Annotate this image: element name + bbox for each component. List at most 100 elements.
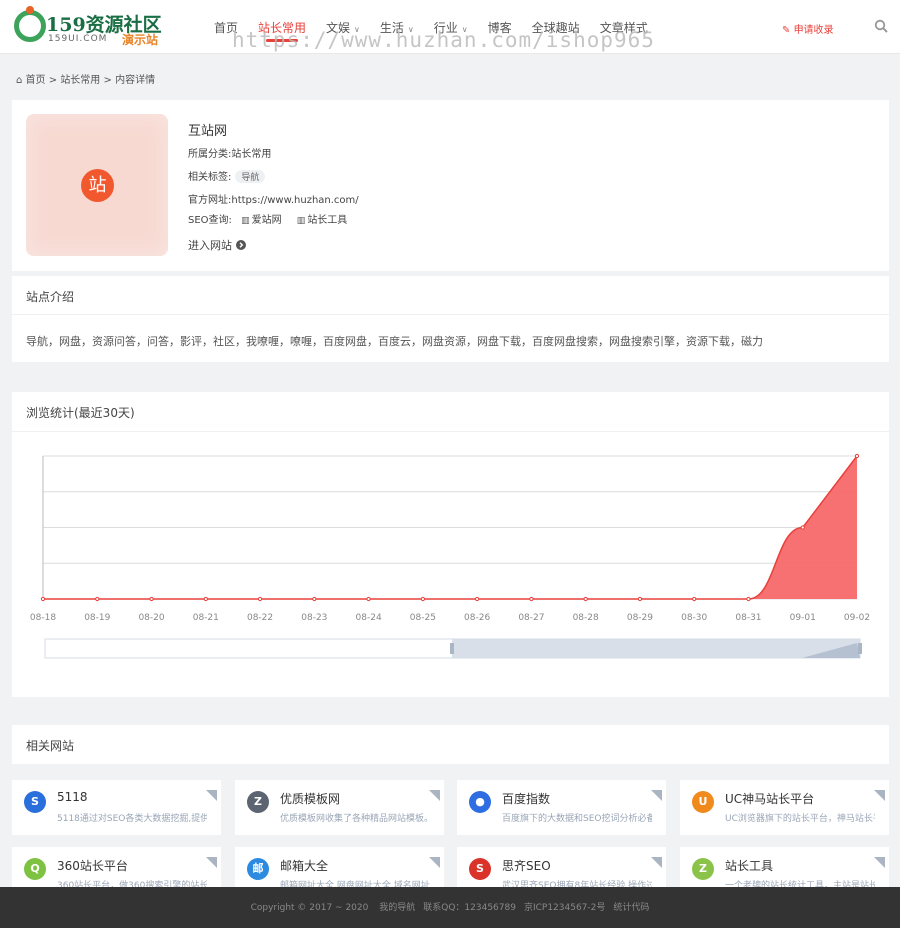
data-point (800, 525, 805, 530)
breadcrumb-sep: > (103, 75, 112, 86)
related-site-card[interactable]: Z 优质模板网优质模板网收集了各种精品网站模板。 (235, 780, 444, 835)
baidu-paw-icon: ● (469, 791, 491, 813)
corner-triangle-icon (874, 790, 885, 801)
data-point (854, 453, 860, 459)
data-point (583, 596, 588, 602)
corner-triangle-icon (651, 790, 662, 801)
official-url[interactable]: https://www.huzhan.com/ (231, 195, 358, 206)
tags-row: 相关标签: 导航 (188, 168, 266, 183)
divider (12, 314, 889, 315)
site-header: 159资源社区 159UI.COM 演示站 首页 站长常用 文娱 ∨ 生活 ∨ 行业 ∨ 博客全… (0, 0, 900, 54)
site-info-card: 站 互站网 所属分类:站长常用 相关标签: 导航 官方网址:https://www… (12, 100, 889, 271)
footer-link[interactable]: 我的导航 (379, 903, 415, 913)
bar-chart-icon: ▥ (241, 216, 250, 226)
seo-link-label: 爱站网 (251, 215, 282, 226)
x-tick-label: 08-28 (573, 613, 599, 623)
related-site-name: 优质模板网 (280, 792, 341, 806)
related-site-name: 360站长平台 (57, 859, 128, 873)
zoom-handle-left[interactable] (450, 643, 454, 654)
template-icon: Z (247, 791, 269, 813)
related-site-name: 邮箱大全 (280, 859, 329, 873)
chinaz-icon: Z (692, 858, 714, 880)
tag-badge[interactable]: 导航 (235, 170, 266, 183)
footer-link[interactable]: 统计代码 (613, 903, 649, 913)
related-site-card[interactable]: U UC神马站长平台 UC浏览器旗下的站长平台，神马站长平 (680, 780, 889, 835)
x-tick-label: 08-23 (301, 613, 327, 623)
url-label: 官方网址: (188, 195, 232, 206)
data-point (257, 596, 263, 602)
breadcrumb-category[interactable]: 站长常用 (60, 75, 100, 86)
related-site-desc: 百度旗下的大数据和SEO挖词分析必备 (502, 814, 652, 824)
stats-title: 浏览统计(最近30天) (26, 406, 135, 420)
x-tick-label: 08-29 (627, 613, 653, 623)
related-header: 相关网站 (12, 725, 889, 764)
related-site-name: 思齐SEO (502, 859, 551, 873)
related-site-desc: UC浏览器旗下的站长平台，神马站长平 (725, 814, 875, 824)
site-title: 互站网 (188, 124, 228, 139)
data-point (529, 596, 534, 602)
uc-squirrel-icon: U (692, 791, 714, 813)
data-point (692, 596, 697, 602)
seo-label: SEO查询: (188, 215, 232, 226)
zoom-handle-right[interactable] (858, 643, 862, 654)
intro-title: 站点介绍 (26, 290, 75, 304)
data-point (746, 596, 751, 602)
x-tick-label: 08-24 (356, 613, 382, 623)
views-area-chart: 08-18 08-19 08-20 08-21 08-22 08-23 08-24 08-25… (30, 453, 870, 659)
data-point (149, 596, 154, 602)
logo-sub-text: 159UI.COM (48, 34, 108, 44)
x-tick-label: 08-22 (247, 613, 273, 623)
url-row: 官方网址:https://www.huzhan.com/ (188, 191, 359, 206)
related-site-card[interactable]: ● 百度指数百度旗下的大数据和SEO挖词分析必备 (457, 780, 666, 835)
corner-triangle-icon (429, 790, 440, 801)
site-footer: Copyright © 2017 ~ 2020 我的导航 联系QQ：1234567… (0, 887, 900, 928)
copyright-text: Copyright © 2017 ~ 2020 (250, 903, 369, 913)
related-title: 相关网站 (26, 739, 75, 753)
footer-link[interactable]: 联系QQ：123456789 (423, 903, 516, 913)
logo-mark-icon (14, 6, 46, 42)
related-site-name: 百度指数 (502, 792, 551, 806)
seo-link-aizhan[interactable]: ▥ 爱站网 (241, 215, 282, 226)
breadcrumb: ⌂ 首页 > 站长常用 > 内容详情 (16, 71, 155, 86)
category-link[interactable]: 站长常用 (231, 149, 271, 160)
related-site-name: 5118 (57, 790, 88, 804)
x-tick-label: 09-02 (844, 613, 870, 623)
footer-link[interactable]: 京ICP1234567-2号 (524, 903, 605, 913)
category-label: 所属分类: (188, 149, 232, 160)
x-tick-label: 08-30 (681, 613, 707, 623)
data-point (475, 596, 480, 602)
pencil-icon: ✎ (782, 25, 794, 36)
site-intro-card: 站点介绍 导航，网盘，资源问答，问答，影评，社区，我嘹喱，嘹喱，百度网盘，百度云… (12, 276, 889, 362)
enter-site-link[interactable]: 进入网站 (188, 237, 246, 253)
seo-row: SEO查询: ▥ 爱站网 ▥ 站长工具 (188, 211, 347, 226)
site-badge-icon: 站 (81, 169, 114, 202)
related-site-card[interactable]: S 5118 5118通过对SEO各类大数据挖掘,提供关 (12, 780, 221, 835)
360-icon: Q (24, 858, 46, 880)
apply-listing-link[interactable]: ✎ 申请收录 (782, 21, 834, 36)
x-tick-label: 08-20 (138, 613, 164, 623)
corner-triangle-icon (206, 790, 217, 801)
search-icon[interactable] (874, 19, 888, 33)
x-tick-label: 08-21 (193, 613, 219, 623)
logo-demo-text: 演示站 (122, 33, 159, 47)
x-tick-label: 08-27 (518, 613, 544, 623)
site-logo[interactable]: 159资源社区 159UI.COM 演示站 (14, 6, 174, 48)
x-tick-label: 08-19 (84, 613, 110, 623)
corner-triangle-icon (429, 857, 440, 868)
seo-link-chinaz[interactable]: ▥ 站长工具 (297, 215, 348, 226)
zoom-slider-window (452, 639, 860, 658)
mail-icon: 邮 (247, 858, 269, 880)
data-point (637, 596, 643, 602)
breadcrumb-sep: > (48, 75, 58, 86)
x-tick-label: 08-26 (464, 613, 490, 623)
x-tick-label: 08-31 (735, 613, 761, 623)
breadcrumb-home[interactable]: 首页 (26, 75, 46, 86)
bar-chart-icon: ▥ (296, 216, 306, 226)
siqi-icon: S (469, 858, 491, 880)
arrow-circle-right-icon (235, 240, 246, 250)
data-point (203, 596, 208, 602)
related-site-desc: 优质模板网收集了各种精品网站模板。 (280, 814, 430, 824)
corner-triangle-icon (651, 857, 662, 868)
x-tick-label: 09-01 (790, 613, 816, 623)
enter-site-label: 进入网站 (188, 239, 232, 252)
